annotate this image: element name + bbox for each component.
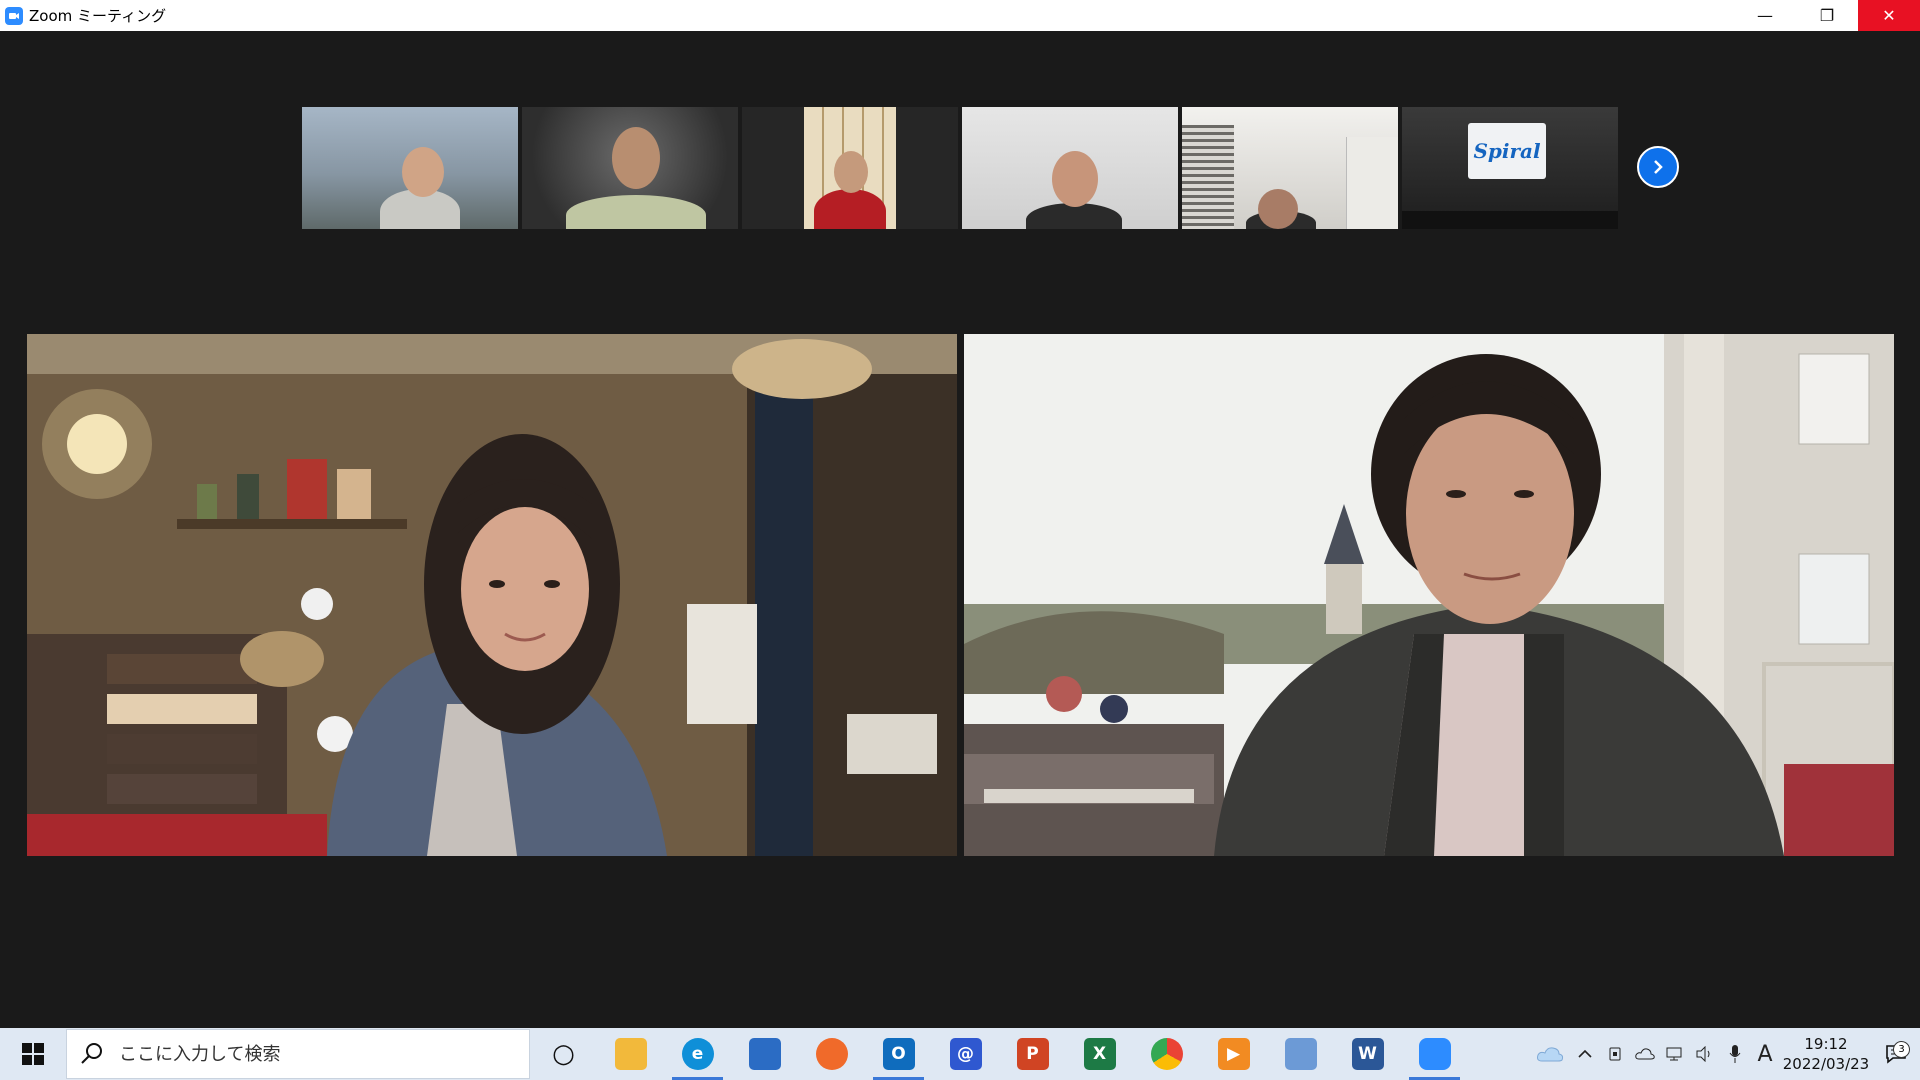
taskbar-excel-button[interactable]: X — [1066, 1028, 1133, 1080]
start-button[interactable] — [0, 1028, 66, 1080]
monitor-app-icon — [1284, 1038, 1317, 1070]
outlook-icon: O — [882, 1038, 915, 1070]
volume-icon[interactable] — [1690, 1046, 1720, 1062]
restore-button[interactable]: ❐ — [1796, 0, 1858, 31]
powerpoint-icon: P — [1016, 1038, 1049, 1070]
taskbar-word-button[interactable]: W — [1334, 1028, 1401, 1080]
taskbar-powerpoint-button[interactable]: P — [999, 1028, 1066, 1080]
search-input[interactable] — [117, 1042, 501, 1066]
excel-icon: X — [1083, 1038, 1116, 1070]
edge-icon: e — [681, 1038, 714, 1070]
participant-thumbnail-5[interactable] — [1182, 107, 1398, 229]
chrome-icon — [1150, 1038, 1183, 1070]
zoom-app-icon — [5, 6, 23, 25]
taskbar-outlook-button[interactable]: O — [865, 1028, 932, 1080]
microphone-icon[interactable] — [1720, 1044, 1750, 1064]
search-icon — [67, 1042, 117, 1066]
windows-taskbar: ○ e O @ P X ▶ W A 19:12 2022/03/23 3 — [0, 1028, 1920, 1080]
video-scene-outdoor-plaza — [964, 334, 1894, 856]
task-view-icon: ○ — [552, 1039, 575, 1069]
cloud-icon[interactable] — [1630, 1047, 1660, 1061]
system-clock[interactable]: 19:12 2022/03/23 — [1780, 1034, 1872, 1074]
taskbar-mail-at-button[interactable]: @ — [932, 1028, 999, 1080]
ime-indicator[interactable]: A — [1750, 1042, 1780, 1067]
taskbar-media-player-button[interactable]: ▶ — [1200, 1028, 1267, 1080]
taskbar-edge-button[interactable]: e — [664, 1028, 731, 1080]
network-icon[interactable] — [1660, 1046, 1690, 1062]
window-title: Zoom ミーティング — [29, 7, 167, 25]
minimize-button[interactable]: — — [1734, 0, 1796, 31]
participant-thumbnail-3[interactable] — [742, 107, 958, 229]
taskbar-app-orange-button[interactable] — [798, 1028, 865, 1080]
onedrive-icon[interactable] — [1530, 1045, 1570, 1063]
participant-video-right[interactable] — [964, 334, 1894, 856]
participant-thumbnail-6[interactable]: Spiral — [1402, 107, 1618, 229]
app-orange-icon — [815, 1038, 848, 1070]
clock-date: 2022/03/23 — [1782, 1055, 1870, 1073]
taskbar-monitor-app-button[interactable] — [1267, 1028, 1334, 1080]
next-page-button[interactable] — [1637, 146, 1679, 188]
chevron-right-icon — [1654, 160, 1663, 174]
show-hidden-icons-chevron[interactable] — [1570, 1049, 1600, 1059]
spiral-sign-text: Spiral — [1473, 139, 1541, 163]
participant-thumbnail-1[interactable] — [302, 107, 518, 229]
system-tray: A 19:12 2022/03/23 3 — [1530, 1028, 1920, 1080]
taskbar-pinned-apps: ○ e O @ P X ▶ W — [530, 1028, 1468, 1080]
taskbar-chrome-button[interactable] — [1133, 1028, 1200, 1080]
participant-video-left[interactable] — [27, 334, 957, 856]
store-icon — [748, 1038, 781, 1070]
mail-at-icon: @ — [949, 1038, 982, 1070]
word-icon: W — [1351, 1038, 1384, 1070]
notification-count-badge: 3 — [1893, 1041, 1910, 1058]
notification-center-button[interactable]: 3 — [1872, 1041, 1920, 1064]
windows-logo-icon — [22, 1043, 44, 1065]
taskbar-search-box[interactable] — [66, 1029, 530, 1079]
file-explorer-icon — [614, 1038, 647, 1070]
window-titlebar: Zoom ミーティング — ❐ ✕ — [0, 0, 1920, 31]
zoom-icon — [1418, 1038, 1451, 1070]
device-icon[interactable] — [1600, 1046, 1630, 1062]
clock-time: 19:12 — [1804, 1035, 1848, 1053]
media-player-icon: ▶ — [1217, 1038, 1250, 1070]
taskbar-task-view-button[interactable]: ○ — [530, 1028, 597, 1080]
close-button[interactable]: ✕ — [1858, 0, 1920, 31]
taskbar-store-button[interactable] — [731, 1028, 798, 1080]
video-scene-cafe-interior — [27, 334, 957, 856]
participant-thumbnail-4[interactable] — [962, 107, 1178, 229]
taskbar-zoom-button[interactable] — [1401, 1028, 1468, 1080]
participant-thumbnail-strip: Spiral — [302, 107, 1618, 229]
participant-thumbnail-2[interactable] — [522, 107, 738, 229]
taskbar-file-explorer-button[interactable] — [597, 1028, 664, 1080]
